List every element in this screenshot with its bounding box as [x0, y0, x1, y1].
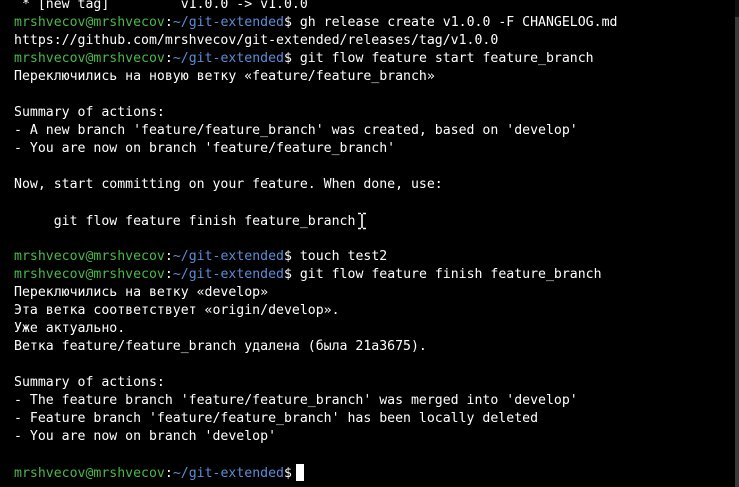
text-cursor-icon	[357, 212, 367, 230]
output-line: Summary of actions:	[14, 105, 165, 120]
prompt-user: mrshvecov@mrshvecov	[14, 466, 165, 481]
prompt-symbol: $	[283, 15, 292, 30]
prompt-line: mrshvecov@mrshvecov:~/git-extended$ git …	[14, 51, 594, 66]
prompt-path: ~/git-extended	[172, 267, 284, 282]
prompt-path: ~/git-extended	[172, 51, 284, 66]
command-text: git flow feature finish feature_branch	[291, 267, 602, 282]
prompt-symbol: $	[283, 51, 292, 66]
prompt-symbol: $	[283, 249, 292, 264]
output-line: - Feature branch 'feature/feature_branch…	[14, 411, 539, 426]
terminal-cursor	[295, 464, 304, 481]
prompt-line: mrshvecov@mrshvecov:~/git-extended$ gh r…	[14, 15, 618, 30]
scrollbar-thumb[interactable]	[735, 17, 739, 487]
output-line: Summary of actions:	[14, 375, 165, 390]
prompt-symbol: $	[283, 466, 292, 481]
output-line: - You are now on branch 'feature/feature…	[14, 141, 396, 156]
output-line: Уже актуально.	[14, 321, 126, 336]
output-line: Переключились на новую ветку «feature/fe…	[14, 69, 435, 84]
prompt-user: mrshvecov@mrshvecov	[14, 51, 165, 66]
command-text: touch test2	[291, 249, 388, 264]
output-line: Ветка feature/feature_branch удалена (бы…	[14, 339, 427, 354]
output-line: Переключились на ветку «develop»	[14, 285, 269, 300]
prompt-user: mrshvecov@mrshvecov	[14, 267, 165, 282]
output-line: Now, start committing on your feature. W…	[14, 177, 443, 192]
active-prompt-line[interactable]: mrshvecov@mrshvecov:~/git-extended$	[14, 464, 617, 482]
output-line: - A new branch 'feature/feature_branch' …	[14, 123, 578, 138]
prompt-path: ~/git-extended	[172, 249, 284, 264]
prompt-user: mrshvecov@mrshvecov	[14, 15, 165, 30]
scrollbar[interactable]	[735, 0, 739, 487]
output-line: Эта ветка соответствует «origin/develop»…	[14, 303, 340, 318]
terminal-output: * [new tag] v1.0.0 -> v1.0.0 mrshvecov@m…	[14, 0, 617, 482]
prompt-user: mrshvecov@mrshvecov	[14, 249, 165, 264]
command-text: git flow feature start feature_branch	[291, 51, 594, 66]
terminal-window[interactable]: * [new tag] v1.0.0 -> v1.0.0 mrshvecov@m…	[0, 0, 735, 487]
output-line: - You are now on branch 'develop'	[14, 429, 277, 444]
output-line: https://github.com/mrshvecov/git-extende…	[14, 33, 499, 48]
output-line: git flow feature finish feature_branch	[14, 212, 617, 230]
prompt-path: ~/git-extended	[172, 466, 284, 481]
prompt-path: ~/git-extended	[172, 15, 284, 30]
prompt-symbol: $	[283, 267, 292, 282]
command-text: gh release create v1.0.0 -F CHANGELOG.md	[291, 15, 618, 30]
prompt-line: mrshvecov@mrshvecov:~/git-extended$ git …	[14, 267, 602, 282]
output-line: * [new tag] v1.0.0 -> v1.0.0	[14, 0, 308, 12]
output-text: git flow feature finish feature_branch	[14, 214, 356, 229]
prompt-line: mrshvecov@mrshvecov:~/git-extended$ touc…	[14, 249, 388, 264]
output-line: - The feature branch 'feature/feature_br…	[14, 393, 578, 408]
